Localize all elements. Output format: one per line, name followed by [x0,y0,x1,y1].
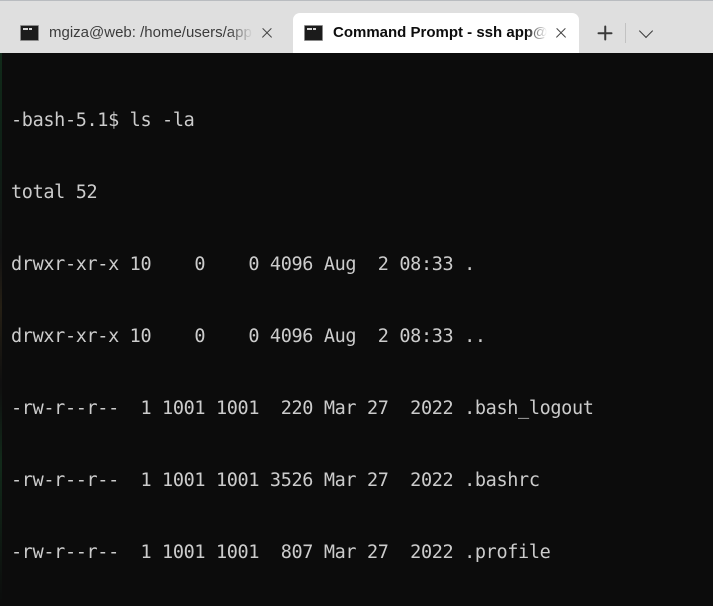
terminal-line: -bash-5.1$ ls -la [11,110,195,131]
tab-mgiza-web[interactable]: mgiza@web: /home/users/app [9,13,285,53]
terminal-line: -rw-r--r-- 1 1001 1001 3526 Mar 27 2022 … [11,470,540,491]
terminal-pane[interactable]: -bash-5.1$ ls -la total 52 drwxr-xr-x 10… [0,53,713,606]
terminal-left-edge [0,53,2,606]
tab-title: Command Prompt - ssh app@ [333,24,547,41]
tab-command-prompt[interactable]: Command Prompt - ssh app@ [293,13,579,53]
close-icon[interactable] [547,19,575,47]
terminal-line: -rw-r--r-- 1 1001 1001 220 Mar 27 2022 .… [11,398,594,419]
terminal-screen[interactable]: -bash-5.1$ ls -la total 52 drwxr-xr-x 10… [11,61,713,606]
tab-strip: mgiza@web: /home/users/app Command Promp… [0,0,713,53]
console-icon [304,25,323,41]
terminal-window: mgiza@web: /home/users/app Command Promp… [0,0,713,606]
terminal-line: total 52 [11,182,98,203]
tab-title: mgiza@web: /home/users/app [49,24,252,41]
terminal-line: -rw-r--r-- 1 1001 1001 807 Mar 27 2022 .… [11,542,551,563]
chevron-down-icon[interactable] [626,18,666,48]
console-icon [20,25,39,41]
new-tab-icon[interactable] [585,18,625,48]
terminal-line: drwxr-xr-x 10 0 0 4096 Aug 2 08:33 . [11,254,475,275]
close-icon[interactable] [253,19,281,47]
tab-actions [585,13,666,53]
terminal-line: drwxr-xr-x 10 0 0 4096 Aug 2 08:33 .. [11,326,486,347]
